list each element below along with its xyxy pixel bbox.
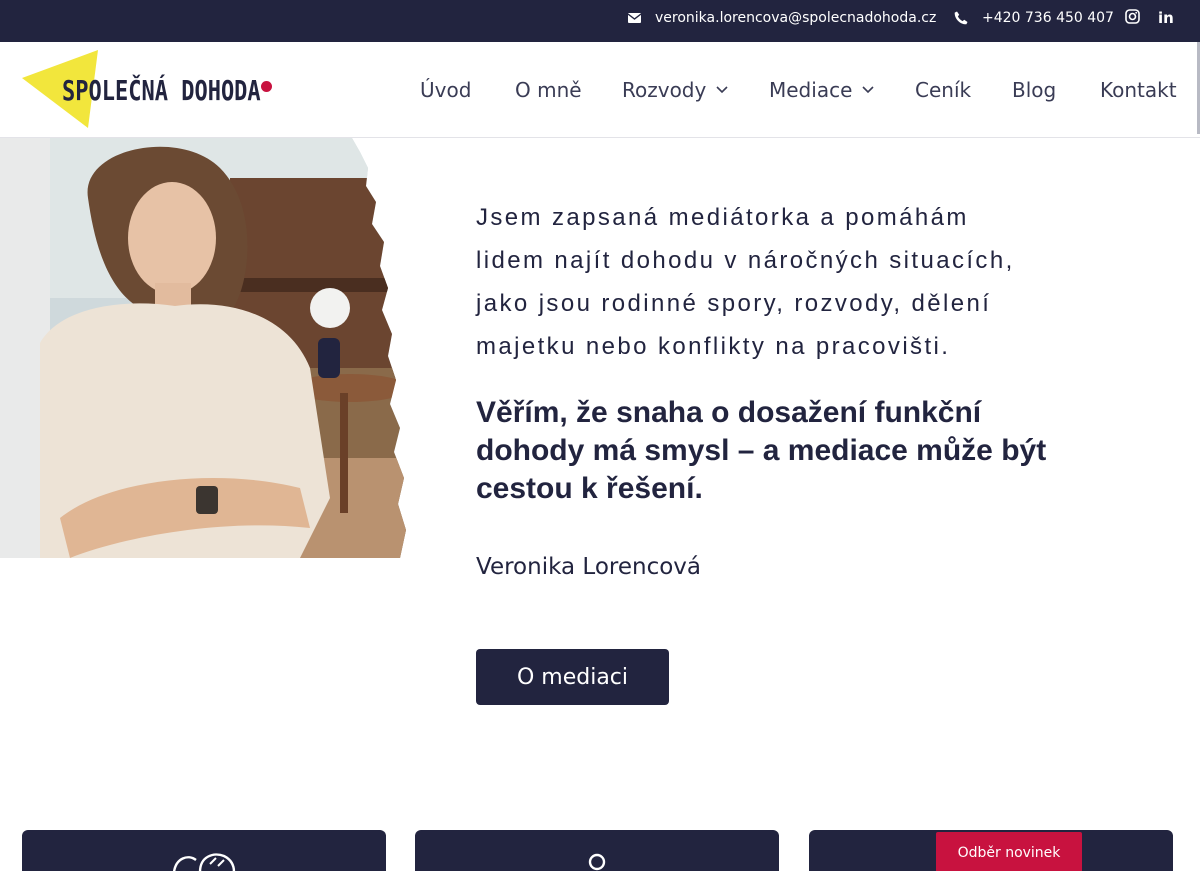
service-card[interactable]: [415, 830, 779, 871]
nav-item-o-mne[interactable]: O mně: [515, 78, 582, 102]
nav-label: Úvod: [420, 78, 472, 102]
email-icon: [628, 13, 641, 23]
newsletter-button[interactable]: Odběr novinek: [936, 832, 1082, 871]
site-header: SPOLEČNÁ DOHODA Úvod O mně Rozvody Media…: [0, 42, 1200, 138]
signature: Veronika Lorencová: [476, 554, 701, 580]
intro-line: lidem najít dohodu v náročných situacích…: [476, 247, 1015, 274]
email-link[interactable]: veronika.lorencova@spolecnadohoda.cz: [628, 0, 936, 36]
nav-item-rozvody[interactable]: Rozvody: [622, 78, 728, 102]
nav-item-kontakt[interactable]: Kontakt: [1100, 78, 1177, 102]
nav-item-cenik[interactable]: Ceník: [915, 78, 971, 102]
chevron-down-icon: [716, 86, 728, 94]
phone-text: +420 736 450 407: [982, 10, 1114, 26]
hero-quote: Věřím, že snaha o dosažení funkční dohod…: [476, 396, 1047, 505]
nav-item-uvod[interactable]: Úvod: [420, 78, 471, 102]
nav-item-blog[interactable]: Blog: [1012, 78, 1056, 102]
intro-line: jako jsou rodinné spory, rozvody, dělení: [476, 290, 992, 317]
nav-label: Ceník: [915, 78, 972, 102]
nav-item-mediace[interactable]: Mediace: [769, 78, 874, 102]
intro-line: Jsem zapsaná mediátorka a pomáhám: [476, 204, 969, 231]
service-card[interactable]: [22, 830, 386, 871]
nav-label: Mediace: [769, 78, 853, 102]
instagram-link[interactable]: [1125, 0, 1140, 36]
nav-label: Blog: [1012, 78, 1057, 102]
intro-line: majetku nebo konflikty na pracovišti.: [476, 333, 951, 360]
hands-icon: [173, 853, 236, 871]
phone-link[interactable]: +420 736 450 407: [954, 0, 1114, 36]
chevron-down-icon: [862, 86, 874, 94]
main-nav: Úvod O mně Rozvody Mediace Ceník Blog Ko…: [0, 42, 1200, 138]
linkedin-link[interactable]: in: [1158, 0, 1174, 36]
nav-label: Rozvody: [622, 78, 707, 102]
nav-label: O mně: [515, 78, 582, 102]
intro-text: Jsem zapsaná mediátorka a pomáhám lidem …: [476, 196, 1076, 368]
portrait-photo: [0, 138, 406, 558]
top-contact-bar: veronika.lorencova@spolecnadohoda.cz +42…: [0, 0, 1200, 42]
o-mediaci-button[interactable]: O mediaci: [476, 649, 669, 705]
person-icon: [588, 853, 606, 871]
phone-icon: [954, 11, 968, 25]
instagram-icon: [1125, 8, 1140, 28]
email-text: veronika.lorencova@spolecnadohoda.cz: [655, 10, 937, 26]
linkedin-icon: in: [1158, 9, 1174, 27]
hero-content: Jsem zapsaná mediátorka a pomáhám lidem …: [476, 196, 1076, 580]
nav-label: Kontakt: [1100, 78, 1177, 102]
